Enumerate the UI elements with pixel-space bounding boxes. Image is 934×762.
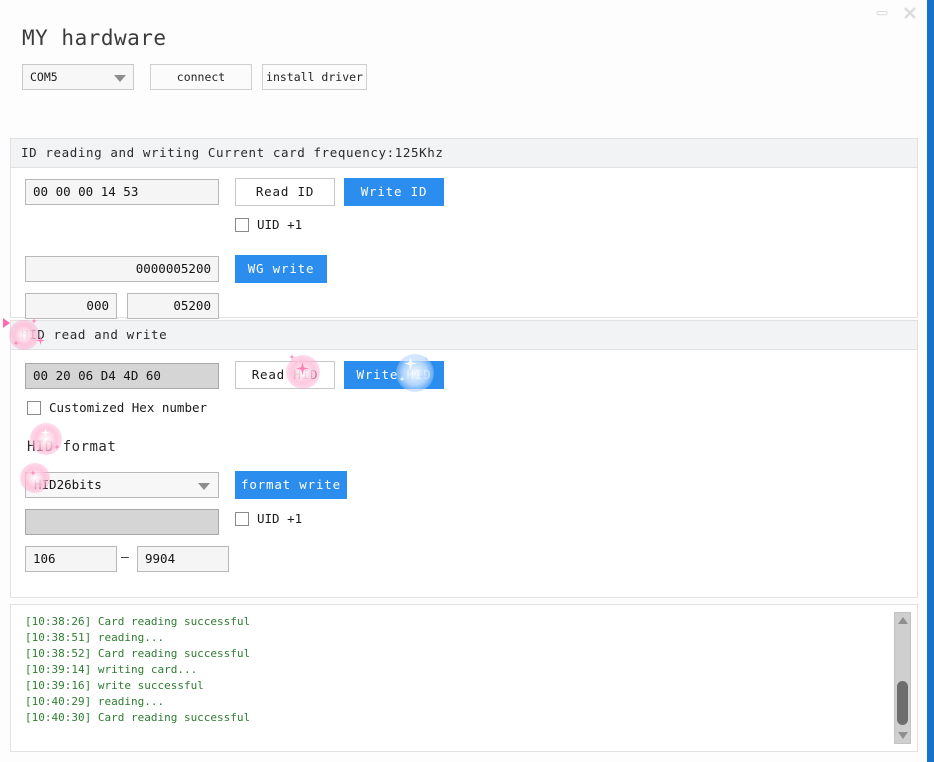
chevron-down-icon — [114, 75, 126, 82]
log-panel: [10:38:26] Card reading successful [10:38… — [10, 604, 918, 752]
write-id-button[interactable]: Write ID — [344, 178, 444, 206]
close-icon[interactable] — [901, 4, 919, 22]
id-section-header: ID reading and writing Current card freq… — [11, 139, 917, 168]
log-line: [10:40:30] Card reading successful — [25, 711, 251, 724]
log-line: [10:38:26] Card reading successful — [25, 615, 251, 628]
hid-section-panel: HID read and write 00 20 06 D4 4D 60 Rea… — [10, 320, 918, 598]
format-write-button[interactable]: format write — [235, 471, 347, 499]
hid-format-select[interactable]: HID26bits — [25, 472, 219, 498]
range-start-input[interactable]: 106 — [25, 546, 117, 572]
application-window: MY hardware COM5 connect install driver … — [0, 0, 927, 762]
chevron-down-icon — [198, 483, 210, 490]
hid-uid-plus-checkbox[interactable]: UID +1 — [235, 511, 302, 527]
connect-button[interactable]: connect — [150, 64, 252, 90]
wg-write-button[interactable]: WG write — [235, 255, 327, 283]
hid-uid-plus-label: UID +1 — [257, 511, 303, 526]
id-uid-plus-label: UID +1 — [257, 217, 303, 232]
log-line: [10:40:29] reading... — [25, 695, 165, 708]
log-line: [10:39:16] write successful — [25, 679, 204, 692]
hid-format-label: HID format — [27, 439, 117, 455]
log-output: [10:38:26] Card reading successful [10:38… — [11, 605, 917, 751]
id-section-panel: ID reading and writing Current card freq… — [10, 138, 918, 319]
wg-value-input[interactable]: 0000005200 — [25, 256, 219, 282]
port-select[interactable]: COM5 — [22, 64, 134, 90]
id-value-input[interactable]: 00 00 00 14 53 — [25, 179, 219, 205]
scroll-down-arrow-icon[interactable] — [898, 732, 908, 739]
hid-format-select-value: HID26bits — [34, 477, 102, 492]
wg-part1-input[interactable]: 000 — [25, 293, 117, 319]
port-select-value: COM5 — [30, 70, 58, 84]
title-bar — [0, 0, 927, 26]
log-line: [10:39:14] writing card... — [25, 663, 198, 676]
write-hid-button[interactable]: Write HID — [344, 361, 444, 389]
format-result-input[interactable] — [25, 509, 219, 535]
range-end-input[interactable]: 9904 — [137, 546, 229, 572]
customized-hex-label: Customized Hex number — [49, 400, 208, 415]
customized-hex-checkbox[interactable]: Customized Hex number — [27, 400, 207, 416]
window-accent-edge — [927, 0, 934, 762]
minimize-icon[interactable] — [873, 4, 891, 22]
install-driver-button[interactable]: install driver — [262, 64, 367, 90]
log-line: [10:38:52] Card reading successful — [25, 647, 251, 660]
hid-value-input[interactable]: 00 20 06 D4 4D 60 — [25, 363, 219, 389]
read-id-button[interactable]: Read ID — [235, 178, 335, 206]
range-separator: — — [121, 550, 129, 565]
scroll-up-arrow-icon[interactable] — [898, 617, 908, 624]
scrollbar-thumb[interactable] — [897, 681, 908, 725]
log-line: [10:38:51] reading... — [25, 631, 165, 644]
checkbox-box — [235, 218, 249, 232]
checkbox-box — [235, 512, 249, 526]
hid-section-header: HID read and write — [11, 321, 917, 350]
cursor-pointer-icon — [3, 318, 10, 328]
page-title: MY hardware — [22, 26, 167, 50]
checkbox-box — [27, 401, 41, 415]
log-scrollbar[interactable] — [894, 612, 911, 744]
read-hid-button[interactable]: Read HID — [235, 361, 335, 389]
log-line-list: [10:38:26] Card reading successful [10:38… — [11, 605, 917, 726]
wg-part2-input[interactable]: 05200 — [127, 293, 219, 319]
id-uid-plus-checkbox[interactable]: UID +1 — [235, 217, 302, 233]
